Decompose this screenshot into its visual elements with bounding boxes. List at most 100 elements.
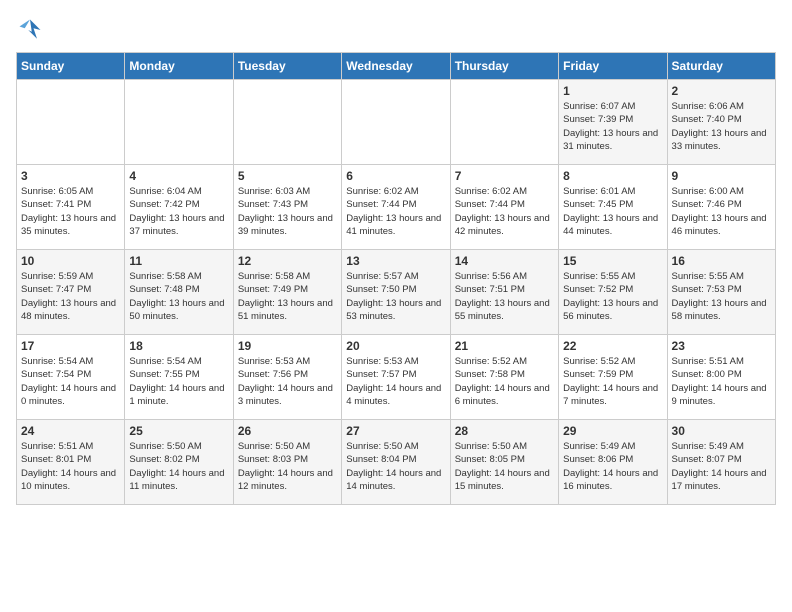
day-number: 8: [563, 169, 662, 183]
calendar-cell: [125, 80, 233, 165]
day-number: 18: [129, 339, 228, 353]
day-info: Sunrise: 5:51 AM Sunset: 8:00 PM Dayligh…: [672, 355, 771, 408]
calendar-cell: 1 Sunrise: 6:07 AM Sunset: 7:39 PM Daylig…: [559, 80, 667, 165]
calendar-cell: 29 Sunrise: 5:49 AM Sunset: 8:06 PM Dayli…: [559, 420, 667, 505]
day-info: Sunrise: 5:50 AM Sunset: 8:02 PM Dayligh…: [129, 440, 228, 493]
day-number: 23: [672, 339, 771, 353]
day-info: Sunrise: 6:01 AM Sunset: 7:45 PM Dayligh…: [563, 185, 662, 238]
calendar-cell: 16 Sunrise: 5:55 AM Sunset: 7:53 PM Dayli…: [667, 250, 775, 335]
calendar-cell: 9 Sunrise: 6:00 AM Sunset: 7:46 PM Daylig…: [667, 165, 775, 250]
day-info: Sunrise: 5:52 AM Sunset: 7:59 PM Dayligh…: [563, 355, 662, 408]
day-number: 1: [563, 84, 662, 98]
day-number: 29: [563, 424, 662, 438]
calendar-week-5: 24 Sunrise: 5:51 AM Sunset: 8:01 PM Dayli…: [17, 420, 776, 505]
day-info: Sunrise: 5:55 AM Sunset: 7:52 PM Dayligh…: [563, 270, 662, 323]
calendar-header-row: SundayMondayTuesdayWednesdayThursdayFrid…: [17, 53, 776, 80]
calendar-cell: 21 Sunrise: 5:52 AM Sunset: 7:58 PM Dayli…: [450, 335, 558, 420]
day-info: Sunrise: 5:57 AM Sunset: 7:50 PM Dayligh…: [346, 270, 445, 323]
day-info: Sunrise: 6:04 AM Sunset: 7:42 PM Dayligh…: [129, 185, 228, 238]
day-header-sunday: Sunday: [17, 53, 125, 80]
day-info: Sunrise: 5:52 AM Sunset: 7:58 PM Dayligh…: [455, 355, 554, 408]
calendar-cell: 26Sunrise: 5:50 AM Sunset: 8:03 PM Dayli…: [233, 420, 341, 505]
day-info: Sunrise: 6:06 AM Sunset: 7:40 PM Dayligh…: [672, 100, 771, 153]
day-number: 6: [346, 169, 445, 183]
day-number: 27: [346, 424, 445, 438]
calendar-cell: 20Sunrise: 5:53 AM Sunset: 7:57 PM Dayli…: [342, 335, 450, 420]
day-info: Sunrise: 5:49 AM Sunset: 8:06 PM Dayligh…: [563, 440, 662, 493]
day-info: Sunrise: 5:59 AM Sunset: 7:47 PM Dayligh…: [21, 270, 120, 323]
calendar-cell: 6 Sunrise: 6:02 AM Sunset: 7:44 PM Daylig…: [342, 165, 450, 250]
calendar-week-4: 17 Sunrise: 5:54 AM Sunset: 7:54 PM Dayli…: [17, 335, 776, 420]
day-info: Sunrise: 5:53 AM Sunset: 7:56 PM Dayligh…: [238, 355, 337, 408]
day-number: 24: [21, 424, 120, 438]
logo: [16, 16, 48, 44]
day-number: 5: [238, 169, 337, 183]
calendar-cell: 3Sunrise: 6:05 AM Sunset: 7:41 PM Daylig…: [17, 165, 125, 250]
calendar-cell: 5 Sunrise: 6:03 AM Sunset: 7:43 PM Daylig…: [233, 165, 341, 250]
calendar-cell: 8 Sunrise: 6:01 AM Sunset: 7:45 PM Daylig…: [559, 165, 667, 250]
calendar-cell: [233, 80, 341, 165]
day-info: Sunrise: 5:53 AM Sunset: 7:57 PM Dayligh…: [346, 355, 445, 408]
day-number: 11: [129, 254, 228, 268]
calendar-cell: 11Sunrise: 5:58 AM Sunset: 7:48 PM Dayli…: [125, 250, 233, 335]
day-info: Sunrise: 6:02 AM Sunset: 7:44 PM Dayligh…: [455, 185, 554, 238]
day-number: 28: [455, 424, 554, 438]
day-info: Sunrise: 5:55 AM Sunset: 7:53 PM Dayligh…: [672, 270, 771, 323]
day-number: 17: [21, 339, 120, 353]
calendar-cell: 7 Sunrise: 6:02 AM Sunset: 7:44 PM Daylig…: [450, 165, 558, 250]
day-info: Sunrise: 6:00 AM Sunset: 7:46 PM Dayligh…: [672, 185, 771, 238]
day-number: 9: [672, 169, 771, 183]
calendar-cell: 24 Sunrise: 5:51 AM Sunset: 8:01 PM Dayli…: [17, 420, 125, 505]
calendar-week-1: 1 Sunrise: 6:07 AM Sunset: 7:39 PM Daylig…: [17, 80, 776, 165]
calendar-cell: 15 Sunrise: 5:55 AM Sunset: 7:52 PM Dayli…: [559, 250, 667, 335]
calendar-cell: 30 Sunrise: 5:49 AM Sunset: 8:07 PM Dayli…: [667, 420, 775, 505]
calendar-cell: 28 Sunrise: 5:50 AM Sunset: 8:05 PM Dayli…: [450, 420, 558, 505]
header: [16, 16, 776, 44]
calendar-cell: 2 Sunrise: 6:06 AM Sunset: 7:40 PM Daylig…: [667, 80, 775, 165]
day-info: Sunrise: 5:54 AM Sunset: 7:55 PM Dayligh…: [129, 355, 228, 408]
day-number: 2: [672, 84, 771, 98]
day-number: 19: [238, 339, 337, 353]
calendar-week-3: 10 Sunrise: 5:59 AM Sunset: 7:47 PM Dayli…: [17, 250, 776, 335]
calendar-cell: 4 Sunrise: 6:04 AM Sunset: 7:42 PM Daylig…: [125, 165, 233, 250]
day-number: 13: [346, 254, 445, 268]
calendar-cell: 17 Sunrise: 5:54 AM Sunset: 7:54 PM Dayli…: [17, 335, 125, 420]
day-header-wednesday: Wednesday: [342, 53, 450, 80]
day-header-monday: Monday: [125, 53, 233, 80]
day-info: Sunrise: 5:54 AM Sunset: 7:54 PM Dayligh…: [21, 355, 120, 408]
day-info: Sunrise: 6:07 AM Sunset: 7:39 PM Dayligh…: [563, 100, 662, 153]
calendar-cell: 18 Sunrise: 5:54 AM Sunset: 7:55 PM Dayli…: [125, 335, 233, 420]
calendar-cell: 10 Sunrise: 5:59 AM Sunset: 7:47 PM Dayli…: [17, 250, 125, 335]
day-number: 12: [238, 254, 337, 268]
day-number: 7: [455, 169, 554, 183]
day-number: 30: [672, 424, 771, 438]
day-number: 15: [563, 254, 662, 268]
calendar-cell: 19 Sunrise: 5:53 AM Sunset: 7:56 PM Dayli…: [233, 335, 341, 420]
calendar-cell: [17, 80, 125, 165]
day-number: 4: [129, 169, 228, 183]
day-info: Sunrise: 6:02 AM Sunset: 7:44 PM Dayligh…: [346, 185, 445, 238]
day-number: 22: [563, 339, 662, 353]
day-info: Sunrise: 6:03 AM Sunset: 7:43 PM Dayligh…: [238, 185, 337, 238]
day-info: Sunrise: 5:49 AM Sunset: 8:07 PM Dayligh…: [672, 440, 771, 493]
day-info: Sunrise: 5:50 AM Sunset: 8:05 PM Dayligh…: [455, 440, 554, 493]
day-number: 16: [672, 254, 771, 268]
day-header-saturday: Saturday: [667, 53, 775, 80]
day-number: 14: [455, 254, 554, 268]
calendar-cell: [342, 80, 450, 165]
day-info: Sunrise: 6:05 AM Sunset: 7:41 PM Dayligh…: [21, 185, 120, 238]
day-header-thursday: Thursday: [450, 53, 558, 80]
calendar-cell: 22 Sunrise: 5:52 AM Sunset: 7:59 PM Dayli…: [559, 335, 667, 420]
calendar-cell: 27 Sunrise: 5:50 AM Sunset: 8:04 PM Dayli…: [342, 420, 450, 505]
day-number: 25: [129, 424, 228, 438]
day-info: Sunrise: 5:50 AM Sunset: 8:04 PM Dayligh…: [346, 440, 445, 493]
calendar-table: SundayMondayTuesdayWednesdayThursdayFrid…: [16, 52, 776, 505]
calendar-cell: 14 Sunrise: 5:56 AM Sunset: 7:51 PM Dayli…: [450, 250, 558, 335]
day-info: Sunrise: 5:51 AM Sunset: 8:01 PM Dayligh…: [21, 440, 120, 493]
day-header-tuesday: Tuesday: [233, 53, 341, 80]
day-number: 21: [455, 339, 554, 353]
day-number: 10: [21, 254, 120, 268]
day-info: Sunrise: 5:58 AM Sunset: 7:49 PM Dayligh…: [238, 270, 337, 323]
day-info: Sunrise: 5:56 AM Sunset: 7:51 PM Dayligh…: [455, 270, 554, 323]
calendar-cell: 23 Sunrise: 5:51 AM Sunset: 8:00 PM Dayli…: [667, 335, 775, 420]
